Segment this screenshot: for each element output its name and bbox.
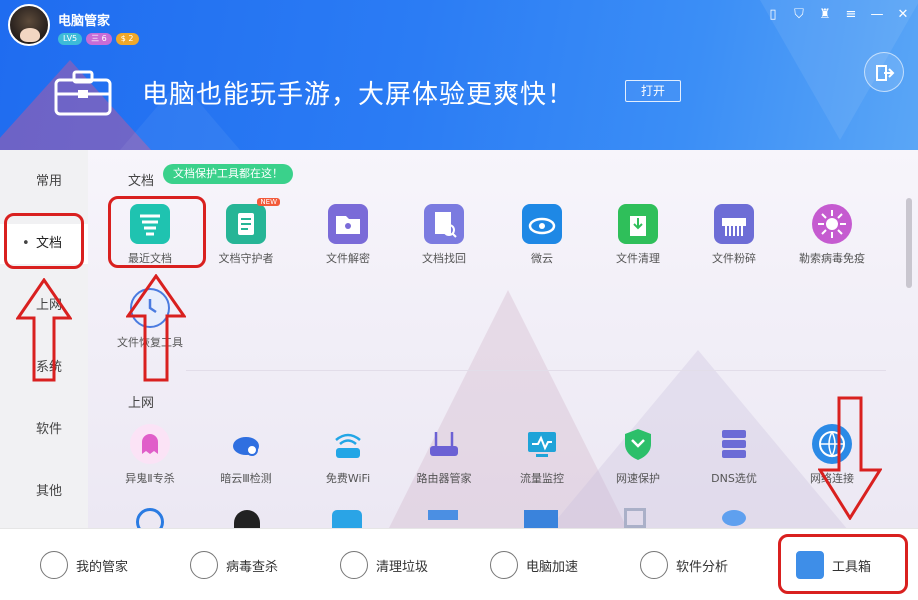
annotation-box [108, 196, 206, 268]
new-tag: NEW [257, 198, 280, 206]
exit-icon [876, 65, 895, 81]
tool-ghost-kill[interactable]: 异鬼Ⅱ专杀 [102, 424, 198, 486]
skin-icon[interactable]: ♜ [816, 6, 834, 24]
annotation-box [4, 213, 84, 269]
tool-label: 免费WiFi [325, 472, 371, 485]
nav-label: 我的管家 [76, 559, 129, 575]
member-badge[interactable]: 三 6 [86, 33, 112, 45]
shield-icon[interactable]: ⛉ [790, 6, 808, 24]
tool-dns[interactable]: DNS选优 [686, 424, 782, 486]
window-controls: ▯ ⛉ ♜ ≡ — ✕ [764, 6, 912, 24]
sidebar-item-common[interactable]: 常用 [0, 162, 88, 202]
minimize-icon[interactable]: — [868, 6, 886, 24]
coin-badge[interactable]: $ 2 [115, 33, 139, 45]
doc-recover-icon [424, 204, 464, 244]
tool-label: 文件解密 [326, 252, 370, 265]
nav-speed-up[interactable]: 电脑加速 [490, 549, 578, 581]
ransom-immune-icon [812, 204, 852, 244]
tool-label: 文件粉碎 [712, 252, 756, 265]
partial-tool-icon [332, 510, 362, 528]
sidebar-item-other[interactable]: 其他 [0, 472, 88, 512]
tools-panel: 文档 文档保护工具都在这！ 最近文档 NEW 文档守护者 文件解密 文档找回 微… [88, 150, 918, 528]
darkcloud-check-icon [226, 424, 266, 464]
section-tip: 文档保护工具都在这！ [163, 164, 293, 184]
tool-file-shred[interactable]: 文件粉碎 [686, 204, 782, 266]
close-icon[interactable]: ✕ [894, 6, 912, 24]
doc-guardian-icon: NEW [226, 198, 280, 244]
section-title-docs: 文档 [128, 174, 155, 189]
exit-button[interactable] [864, 52, 904, 92]
ghost-kill-icon [130, 424, 170, 464]
tool-ransom-immune[interactable]: 勒索病毒免疫 [784, 204, 880, 266]
nav-label: 病毒查杀 [226, 559, 279, 575]
tool-speed-protect[interactable]: 网速保护 [590, 424, 686, 486]
nav-label: 清理垃圾 [376, 559, 429, 575]
clean-junk-icon [340, 551, 368, 579]
tool-label: 文档守护者 [218, 252, 274, 265]
phone-icon[interactable]: ▯ [764, 6, 782, 24]
tool-label: 勒索病毒免疫 [799, 252, 865, 265]
my-butler-icon [40, 551, 68, 579]
nav-label: 电脑加速 [526, 559, 579, 575]
tool-label: 微云 [531, 252, 553, 265]
file-decrypt-icon [328, 204, 368, 244]
weiyun-icon [522, 204, 562, 244]
annotation-box [778, 534, 908, 594]
annotation-up-arrow [126, 274, 186, 382]
tool-traffic-monitor[interactable]: 流量监控 [494, 424, 590, 486]
scrollbar[interactable] [906, 198, 912, 288]
banner-text: 电脑也能玩手游，大屏体验更爽快！ [142, 80, 575, 110]
speed-up-icon [490, 551, 518, 579]
qq-icon [234, 510, 260, 528]
file-clean-icon [618, 204, 658, 244]
tool-label: DNS选优 [711, 472, 757, 485]
dns-icon [714, 424, 754, 464]
section-title-internet: 上网 [128, 396, 155, 411]
tool-label: 异鬼Ⅱ专杀 [125, 472, 175, 485]
sidebar-item-software[interactable]: 软件 [0, 410, 88, 450]
nav-clean-junk[interactable]: 清理垃圾 [340, 549, 428, 581]
tool-label: 文件清理 [616, 252, 660, 265]
nav-my-butler[interactable]: 我的管家 [40, 549, 128, 581]
nav-virus-scan[interactable]: 病毒查杀 [190, 549, 278, 581]
nav-software-analysis[interactable]: 软件分析 [640, 549, 728, 581]
open-button[interactable]: 打开 [625, 80, 681, 102]
partial-tool-icon [428, 510, 458, 520]
tool-weiyun[interactable]: 微云 [494, 204, 590, 266]
tool-label: 网速保护 [616, 472, 660, 485]
user-badges: LV5 三 6 $ 2 [58, 33, 139, 45]
tool-label: 暗云Ⅲ检测 [220, 472, 272, 485]
tool-free-wifi[interactable]: 免费WiFi [300, 424, 396, 486]
partial-tool-icon [624, 508, 646, 528]
free-wifi-icon [328, 424, 368, 464]
tool-file-decrypt[interactable]: 文件解密 [300, 204, 396, 266]
partial-tool-icon [722, 510, 746, 526]
tool-doc-guardian[interactable]: NEW 文档守护者 [198, 198, 294, 266]
tool-label: 流量监控 [520, 472, 564, 485]
software-analysis-icon [640, 551, 668, 579]
level-badge[interactable]: LV5 [58, 33, 83, 45]
annotation-down-arrow [818, 396, 882, 520]
menu-icon[interactable]: ≡ [842, 6, 860, 24]
section-divider [186, 370, 886, 371]
tool-label: 路由器管家 [416, 472, 472, 485]
avatar[interactable] [8, 4, 50, 46]
tool-router[interactable]: 路由器管家 [396, 424, 492, 486]
toolbox-icon [54, 70, 112, 116]
annotation-up-arrow [16, 278, 72, 382]
header-banner: 电脑管家 LV5 三 6 $ 2 ▯ ⛉ ♜ ≡ — ✕ 电脑也能玩手游，大屏体… [0, 0, 918, 150]
nav-label: 软件分析 [676, 559, 729, 575]
router-icon [424, 424, 464, 464]
tool-file-clean[interactable]: 文件清理 [590, 204, 686, 266]
partial-tool-icon [136, 508, 164, 528]
speed-protect-icon [618, 424, 658, 464]
virus-scan-icon [190, 551, 218, 579]
file-shred-icon [714, 204, 754, 244]
tool-doc-recover[interactable]: 文档找回 [396, 204, 492, 266]
app-name: 电脑管家 [58, 14, 111, 29]
traffic-monitor-icon [522, 424, 562, 464]
tool-darkcloud-check[interactable]: 暗云Ⅲ检测 [198, 424, 294, 486]
tool-label: 文档找回 [422, 252, 466, 265]
partial-tool-icon [524, 510, 558, 528]
